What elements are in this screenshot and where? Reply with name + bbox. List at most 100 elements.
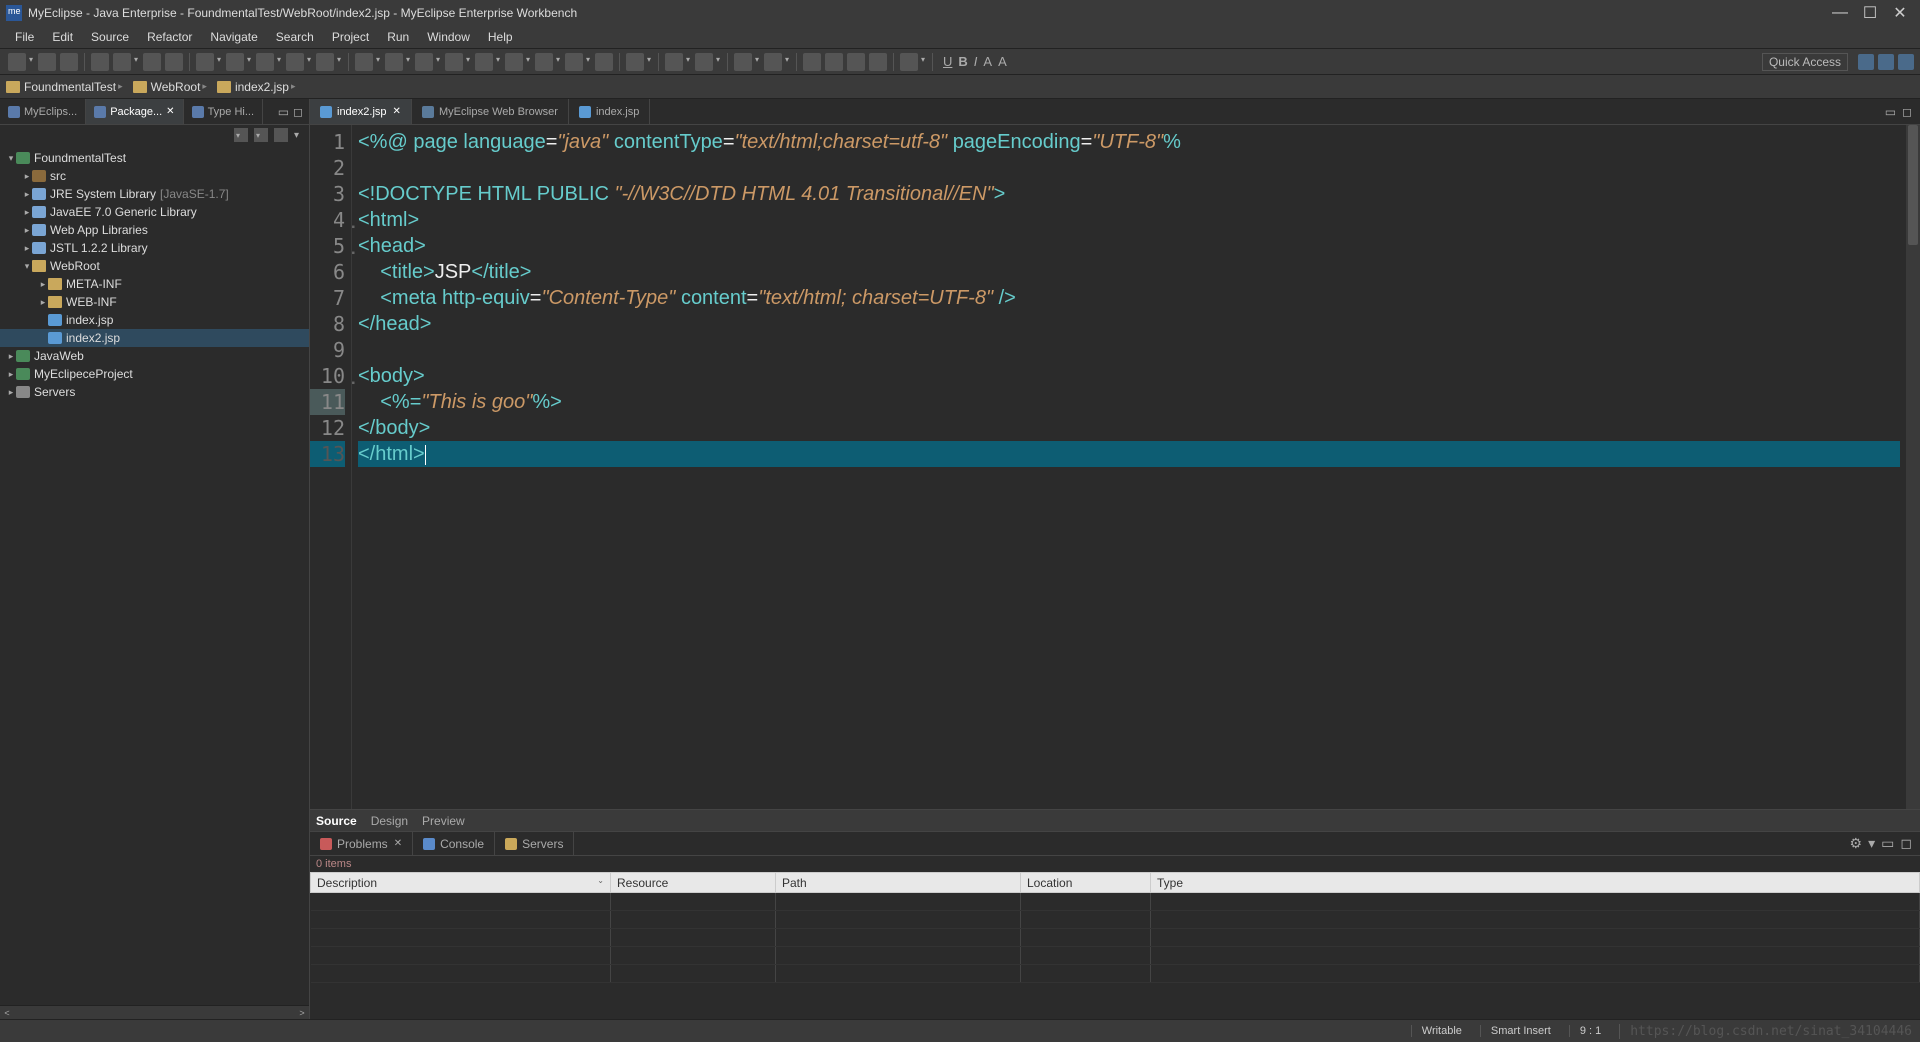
code-editor[interactable]: 1234▪5▪678910▪111213 <%@ page language="…: [310, 125, 1920, 809]
tree-twisty-icon[interactable]: ▸: [6, 387, 16, 398]
line-number[interactable]: 8: [310, 311, 345, 337]
filter-menu-button[interactable]: ▾: [1868, 835, 1875, 852]
menu-edit[interactable]: Edit: [43, 27, 82, 47]
forward-button[interactable]: [764, 53, 782, 71]
column-header[interactable]: Path: [776, 873, 1021, 893]
code-line[interactable]: <!DOCTYPE HTML PUBLIC "-//W3C//DTD HTML …: [358, 181, 1900, 207]
line-number[interactable]: 6: [310, 259, 345, 285]
table-row[interactable]: [311, 929, 1920, 947]
explorer-tab[interactable]: Type Hi...: [184, 99, 263, 124]
view-minimize-button[interactable]: ▭: [278, 105, 289, 119]
editor-tab[interactable]: MyEclipse Web Browser: [412, 99, 569, 124]
line-number[interactable]: 9: [310, 337, 345, 363]
code-line[interactable]: <title>JSP</title>: [358, 259, 1900, 285]
table-row[interactable]: [311, 947, 1920, 965]
line-number[interactable]: 13: [310, 441, 345, 467]
close-icon[interactable]: ✕: [166, 106, 174, 117]
editor-mode-preview[interactable]: Preview: [422, 814, 465, 828]
code-line[interactable]: <head>: [358, 233, 1900, 259]
table-row[interactable]: [311, 893, 1920, 911]
run-last-button[interactable]: [286, 53, 304, 71]
coverage-button[interactable]: [316, 53, 334, 71]
column-header[interactable]: Location: [1021, 873, 1151, 893]
font-big-button[interactable]: A: [998, 54, 1007, 69]
scroll-right-button[interactable]: >: [295, 1008, 309, 1018]
bottom-tab-servers[interactable]: Servers: [495, 832, 574, 855]
save-button[interactable]: [38, 53, 56, 71]
menu-source[interactable]: Source: [82, 27, 138, 47]
tree-twisty-icon[interactable]: ▸: [22, 189, 32, 200]
tool3-button[interactable]: [847, 53, 865, 71]
menu-file[interactable]: File: [6, 27, 43, 47]
menu-help[interactable]: Help: [479, 27, 522, 47]
new-xml-button[interactable]: [535, 53, 553, 71]
collapse-all-button[interactable]: [254, 128, 268, 142]
js-button[interactable]: [165, 53, 183, 71]
new-other-button[interactable]: [565, 53, 583, 71]
code-line[interactable]: </html>: [358, 441, 1900, 467]
code-line[interactable]: <%="This is goo"%>: [358, 389, 1900, 415]
menu-window[interactable]: Window: [418, 27, 479, 47]
bottom-tab-problems[interactable]: Problems✕: [310, 832, 413, 855]
explorer-tab[interactable]: Package...✕: [86, 99, 183, 124]
new-css-button[interactable]: [505, 53, 523, 71]
tree-twisty-icon[interactable]: ▸: [38, 297, 48, 308]
line-number[interactable]: 4▪: [310, 207, 345, 233]
line-number[interactable]: 7: [310, 285, 345, 311]
tree-node[interactable]: ▸src: [0, 167, 309, 185]
link-editor-button[interactable]: [234, 128, 248, 142]
menu-refactor[interactable]: Refactor: [138, 27, 201, 47]
line-number[interactable]: 10▪: [310, 363, 345, 389]
code-line[interactable]: [358, 155, 1900, 181]
line-number[interactable]: 1: [310, 129, 345, 155]
view-menu-button[interactable]: ⚙: [1850, 835, 1863, 852]
code-line[interactable]: <meta http-equiv="Content-Type" content=…: [358, 285, 1900, 311]
tree-node[interactable]: ▸JavaEE 7.0 Generic Library: [0, 203, 309, 221]
tree-twisty-icon[interactable]: ▸: [38, 279, 48, 290]
browser-button[interactable]: [143, 53, 161, 71]
editor-tab[interactable]: index.jsp: [569, 99, 650, 124]
new-button[interactable]: [8, 53, 26, 71]
menu-run[interactable]: Run: [378, 27, 418, 47]
editor-tab[interactable]: index2.jsp✕: [310, 99, 412, 124]
maximize-button[interactable]: ☐: [1864, 7, 1876, 19]
tree-twisty-icon[interactable]: ▸: [6, 351, 16, 362]
code-line[interactable]: [358, 337, 1900, 363]
debug-button[interactable]: [226, 53, 244, 71]
tree-twisty-icon[interactable]: ▸: [22, 171, 32, 182]
tree-twisty-icon[interactable]: ▾: [22, 261, 32, 272]
tree-node[interactable]: ▾FoundmentalTest: [0, 149, 309, 167]
tool4-button[interactable]: [869, 53, 887, 71]
view-menu-button[interactable]: ▾: [294, 130, 299, 141]
code-line[interactable]: <%@ page language="java" contentType="te…: [358, 129, 1900, 155]
tree-node[interactable]: ▸JSTL 1.2.2 Library: [0, 239, 309, 257]
close-icon[interactable]: ✕: [394, 838, 402, 849]
tree-node[interactable]: ▸Servers: [0, 383, 309, 401]
tree-twisty-icon[interactable]: ▸: [22, 225, 32, 236]
tree-node[interactable]: index2.jsp: [0, 329, 309, 347]
tree-twisty-icon[interactable]: ▸: [22, 207, 32, 218]
tree-node[interactable]: ▾WebRoot: [0, 257, 309, 275]
perspective-button-2[interactable]: [1878, 54, 1894, 70]
line-number[interactable]: 12: [310, 415, 345, 441]
tree-node[interactable]: ▸JavaWeb: [0, 347, 309, 365]
code-line[interactable]: </head>: [358, 311, 1900, 337]
code-line[interactable]: </body>: [358, 415, 1900, 441]
vertical-scrollbar[interactable]: [1906, 125, 1920, 809]
tree-node[interactable]: index.jsp: [0, 311, 309, 329]
font-small-button[interactable]: A: [983, 54, 992, 69]
deploy-button[interactable]: [113, 53, 131, 71]
next-annotation-button[interactable]: [695, 53, 713, 71]
new-wizard-button[interactable]: [355, 53, 373, 71]
table-row[interactable]: [311, 911, 1920, 929]
tree-node[interactable]: ▸JRE System Library[JavaSE-1.7]: [0, 185, 309, 203]
bottom-tab-console[interactable]: Console: [413, 832, 495, 855]
perspective-button-3[interactable]: [1898, 54, 1914, 70]
tool2-button[interactable]: [825, 53, 843, 71]
code-area[interactable]: <%@ page language="java" contentType="te…: [352, 125, 1906, 809]
new-html-button[interactable]: [475, 53, 493, 71]
perspective-button-1[interactable]: [1858, 54, 1874, 70]
tree-twisty-icon[interactable]: ▸: [6, 369, 16, 380]
line-number[interactable]: 11: [310, 389, 345, 415]
new-jsp-button[interactable]: [445, 53, 463, 71]
